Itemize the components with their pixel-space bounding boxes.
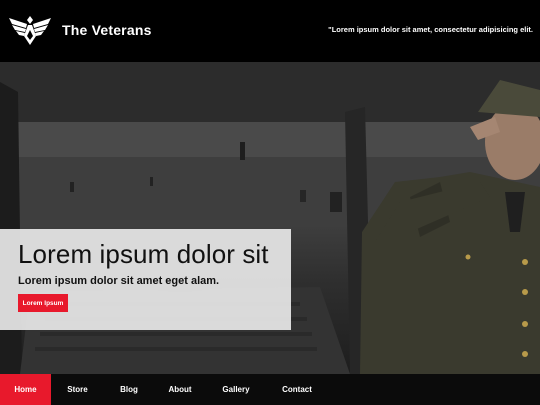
- main-nav: Home Store Blog About Gallery Contact: [0, 374, 540, 405]
- nav-item-gallery[interactable]: Gallery: [206, 374, 266, 405]
- nav-item-store[interactable]: Store: [51, 374, 104, 405]
- site-header: The Veterans "Lorem ipsum dolor sit amet…: [0, 0, 540, 62]
- hero-subheading: Lorem ipsum dolor sit amet eget alam.: [18, 275, 220, 287]
- nav-item-blog[interactable]: Blog: [104, 374, 154, 405]
- site-title[interactable]: The Veterans: [62, 22, 152, 38]
- header-tagline: "Lorem ipsum dolor sit amet, consectetur…: [328, 25, 533, 34]
- nav-item-contact[interactable]: Contact: [266, 374, 328, 405]
- eagle-emblem-icon[interactable]: [9, 14, 51, 46]
- hero-heading: Lorem ipsum dolor sit: [18, 239, 269, 269]
- hero-cta-button[interactable]: Lorem Ipsum: [18, 294, 68, 312]
- nav-item-home[interactable]: Home: [0, 374, 51, 405]
- nav-item-about[interactable]: About: [154, 374, 206, 405]
- hero-banner: Lorem ipsum dolor sit Lorem ipsum dolor …: [0, 62, 540, 374]
- hero-card: Lorem ipsum dolor sit Lorem ipsum dolor …: [0, 229, 291, 330]
